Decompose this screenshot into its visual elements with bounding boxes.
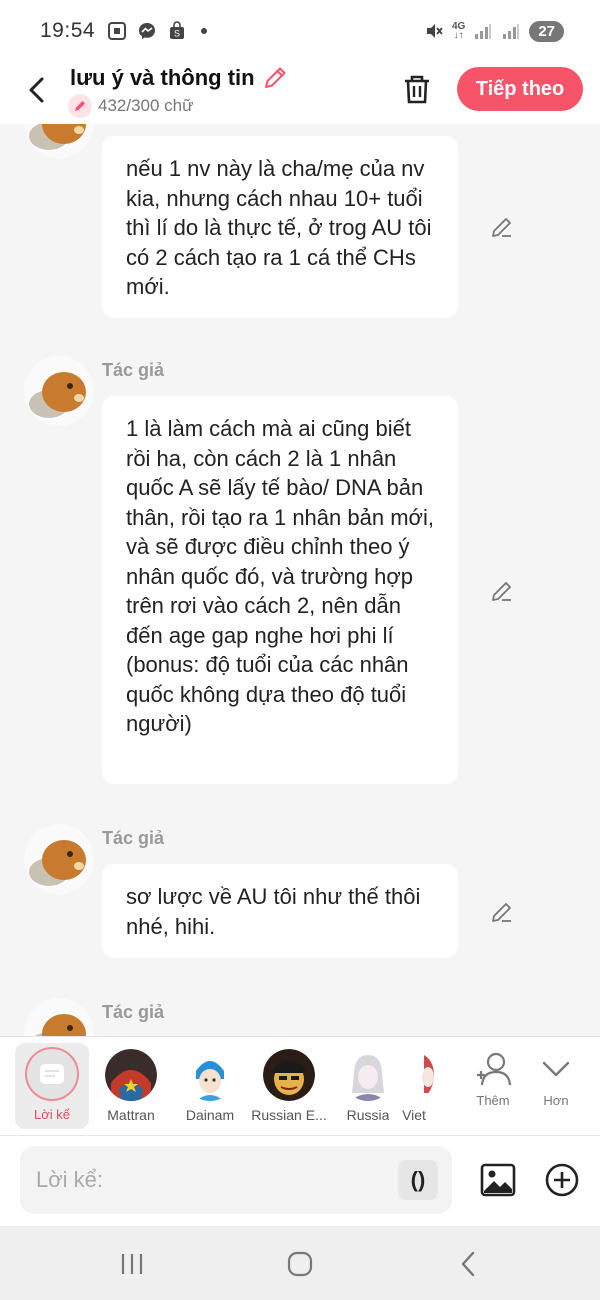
message-text: nếu 1 nv này là cha/mẹ của nv kia, nhưng…: [126, 156, 432, 299]
parentheses-button[interactable]: (): [398, 1160, 438, 1200]
character-mattran[interactable]: Mattran: [91, 1037, 171, 1137]
next-button[interactable]: Tiếp theo: [457, 67, 583, 111]
mute-icon: [424, 21, 444, 41]
recents-button[interactable]: [112, 1246, 152, 1282]
chapter-title-text: lưu ý và thông tin: [70, 65, 255, 90]
character-viet[interactable]: Viet: [394, 1037, 434, 1137]
screenshot-icon: [107, 21, 127, 41]
message-text: sơ lược về AU tôi như thế thôi nhé, hihi…: [126, 884, 421, 939]
avatar: [24, 356, 94, 426]
signal-icon: [473, 21, 493, 41]
chevron-left-icon: [29, 77, 44, 103]
dot-icon: [201, 28, 208, 34]
author-name: Tác giả: [102, 360, 165, 380]
home-icon: [287, 1251, 313, 1277]
message-bubble[interactable]: sơ lược về AU tôi như thế thôi nhé, hihi…: [102, 864, 458, 958]
edit-message-button[interactable]: [489, 214, 515, 240]
story-chat[interactable]: nếu 1 nv này là cha/mẹ của nv kia, nhưng…: [0, 124, 600, 1036]
edit-message-button[interactable]: [489, 578, 515, 604]
message-bubble[interactable]: 1 là làm cách mà ai cũng biết rồi ha, cò…: [102, 396, 458, 784]
plus-circle-icon: [545, 1163, 579, 1197]
home-button[interactable]: [280, 1246, 320, 1282]
character-russian-empire[interactable]: Russian E...: [249, 1037, 329, 1137]
character-name: Mattran: [107, 1107, 155, 1123]
author-name: Tác giả: [102, 828, 165, 848]
insert-image-button[interactable]: [478, 1160, 518, 1200]
avatar: [263, 1049, 315, 1101]
battery-indicator: 27: [529, 20, 564, 42]
narrator-button[interactable]: Lời kể: [15, 1043, 89, 1129]
avatar: [394, 1049, 434, 1101]
chevron-down-icon: [542, 1061, 570, 1077]
word-count-text: 432/300 chữ: [98, 96, 194, 115]
system-icons: 4G ↓↑ 27: [424, 20, 564, 42]
message-bubble[interactable]: nếu 1 nv này là cha/mẹ của nv kia, nhưng…: [102, 136, 458, 318]
edit-title-icon: [264, 67, 286, 88]
composer-box: (): [20, 1146, 452, 1214]
add-character-label: Thêm: [476, 1093, 510, 1108]
chapter-title[interactable]: lưu ý và thông tin: [70, 64, 289, 92]
notification-icons: S: [107, 21, 208, 41]
narrator-icon: [25, 1047, 79, 1101]
avatar: [342, 1049, 394, 1101]
system-nav-bar: [0, 1226, 600, 1300]
character-bar: Lời kể Mattran Dainam Russian E... Russi…: [0, 1036, 600, 1136]
avatar: [105, 1049, 157, 1101]
add-person-icon: [477, 1052, 512, 1086]
character-name: Viet: [402, 1107, 426, 1123]
avatar: [24, 824, 94, 894]
trash-icon: [405, 75, 429, 104]
character-dainam[interactable]: Dainam: [170, 1037, 250, 1137]
shop-icon: S: [167, 21, 187, 41]
recents-icon: [121, 1254, 143, 1274]
edit-message-button[interactable]: [489, 899, 515, 925]
header: lưu ý và thông tin 432/300 chữ Tiếp theo: [0, 62, 600, 124]
avatar: [24, 998, 94, 1036]
add-button[interactable]: [542, 1160, 582, 1200]
narrator-label: Lời kể: [34, 1107, 70, 1122]
status-bar: 19:54 S 4G ↓↑ 27: [0, 0, 600, 62]
back-icon: [461, 1251, 475, 1277]
pencil-icon: [68, 94, 92, 118]
narration-input[interactable]: [36, 1167, 396, 1193]
character-name: Russia: [346, 1107, 390, 1123]
character-name: Dainam: [185, 1107, 235, 1123]
pencil-icon: [492, 218, 511, 237]
avatar: [184, 1049, 236, 1101]
messenger-icon: [137, 21, 157, 41]
expand-label: Hơn: [543, 1093, 569, 1108]
network-label: 4G ↓↑: [451, 21, 466, 41]
pencil-icon: [492, 903, 511, 922]
character-name: Russian E...: [251, 1107, 327, 1123]
author-name: Tác giả: [102, 1002, 165, 1022]
avatar: [24, 124, 94, 158]
system-back-button[interactable]: [448, 1246, 488, 1282]
status-time: 19:54: [40, 19, 96, 42]
pencil-icon: [492, 582, 511, 601]
signal-icon: [501, 21, 521, 41]
composer: (): [0, 1136, 600, 1226]
back-button[interactable]: [18, 72, 54, 108]
image-icon: [480, 1163, 516, 1197]
expand-button[interactable]: Hơn: [526, 1051, 586, 1108]
delete-button[interactable]: [398, 70, 436, 108]
message-text: 1 là làm cách mà ai cũng biết rồi ha, cò…: [126, 416, 434, 736]
svg-text:S: S: [174, 29, 180, 39]
add-character-button[interactable]: Thêm: [463, 1051, 523, 1108]
word-count: 432/300 chữ: [68, 94, 194, 118]
